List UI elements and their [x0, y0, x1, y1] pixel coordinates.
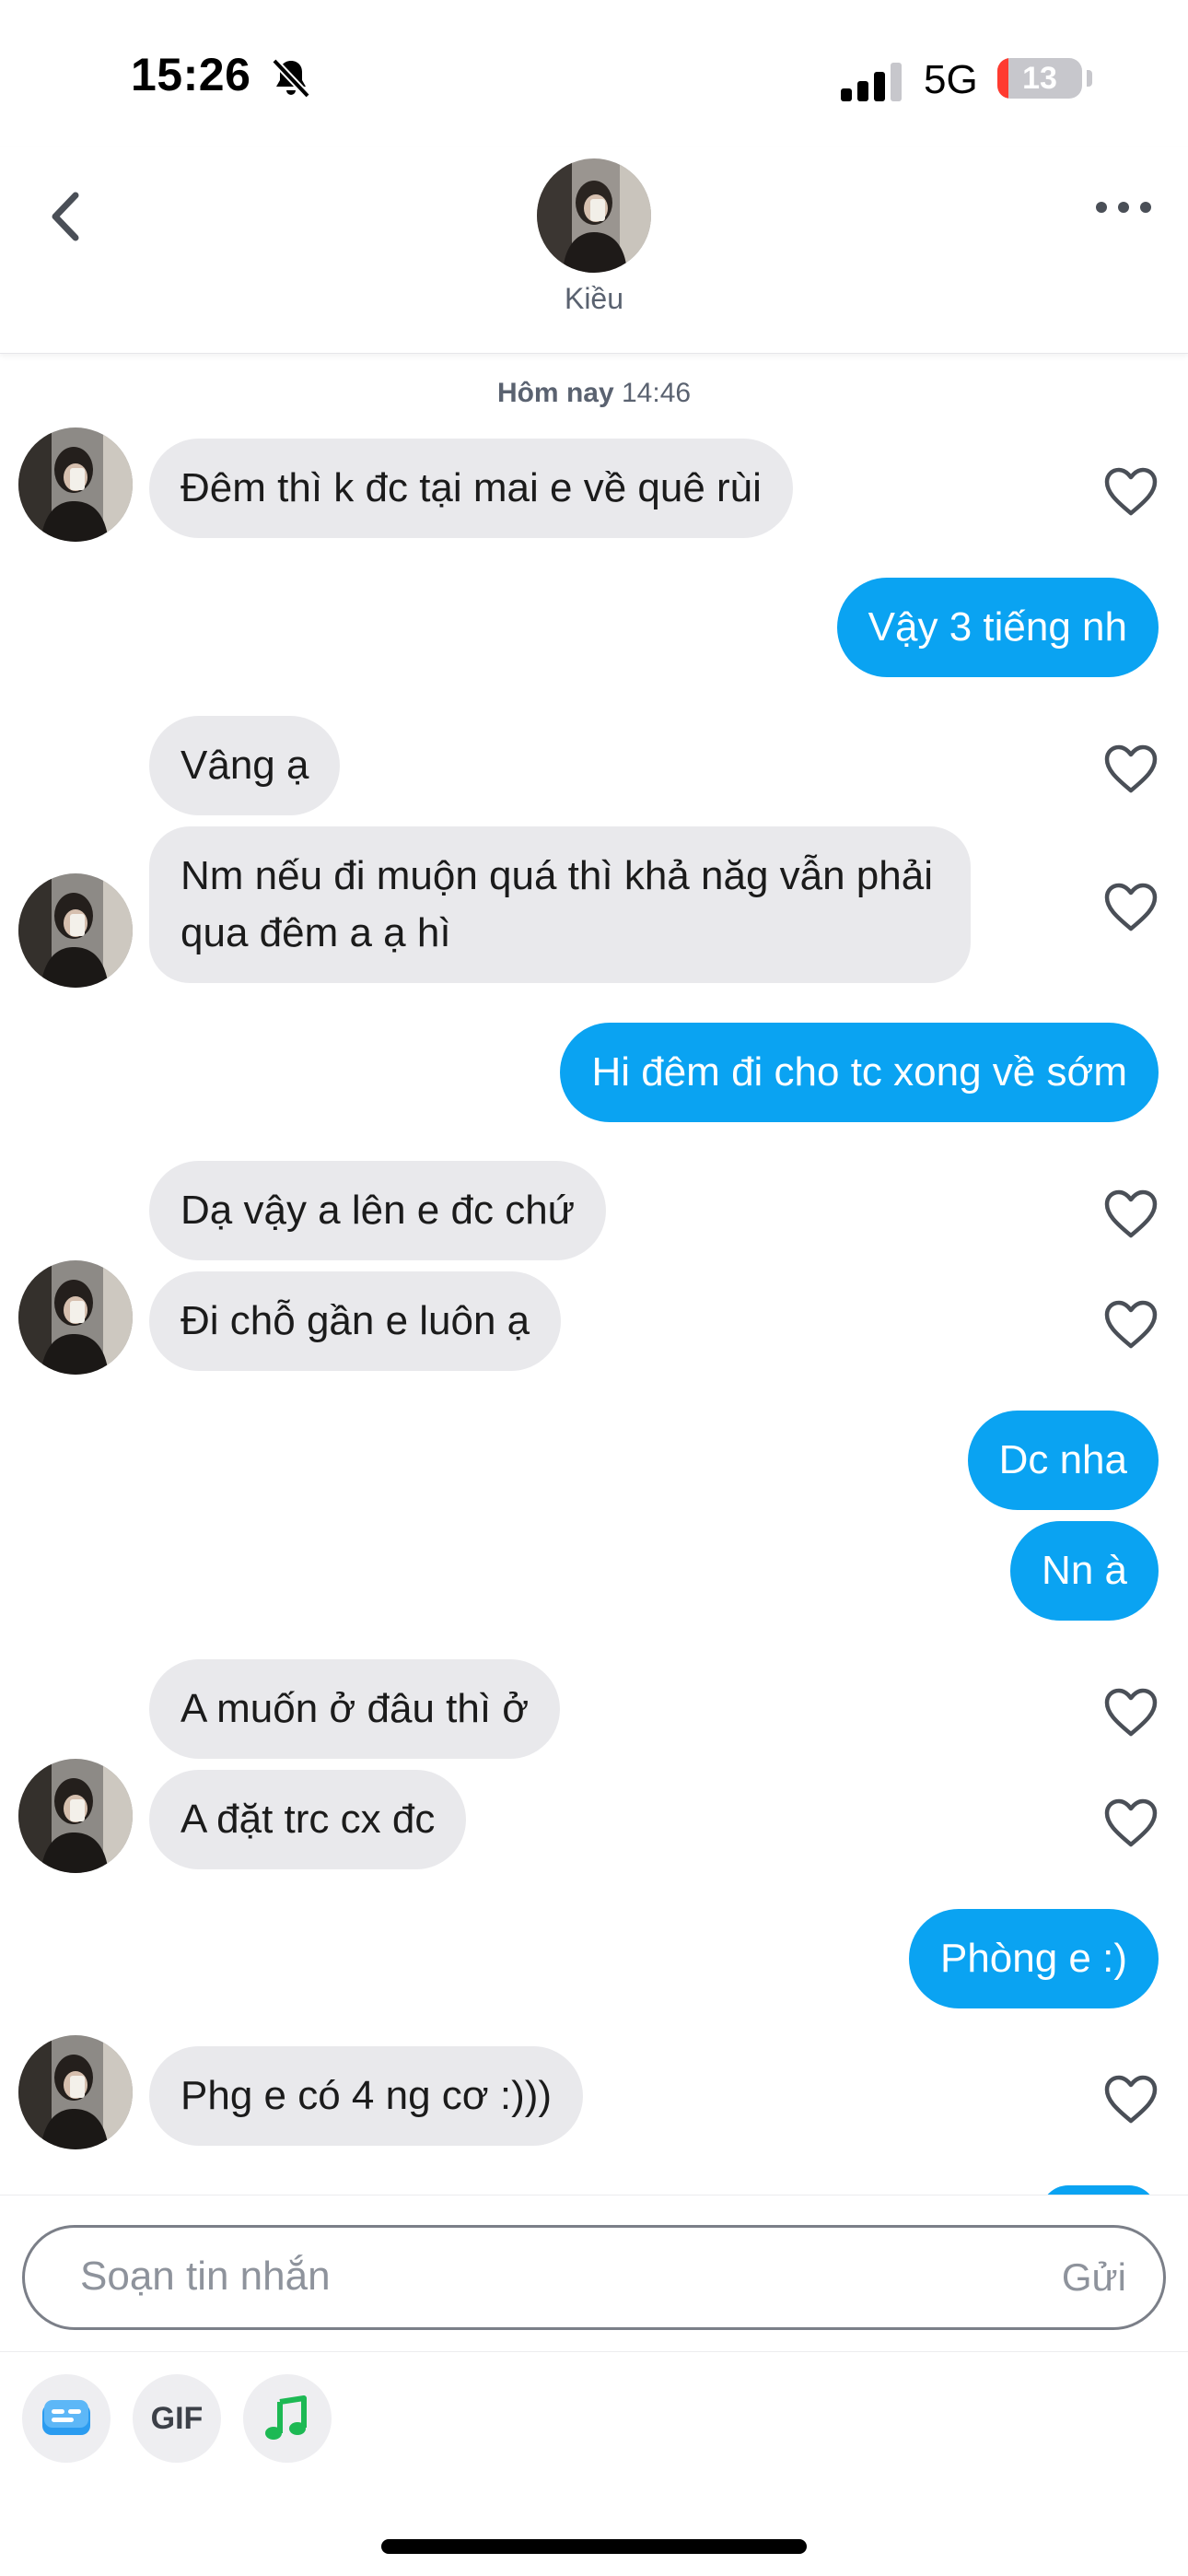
- message-input-placeholder: Soạn tin nhắn: [80, 2254, 331, 2299]
- status-bar: 15:26 5G 13: [0, 0, 1188, 147]
- card-icon: [42, 2400, 90, 2435]
- heart-icon[interactable]: [1102, 1188, 1159, 1241]
- date-separator: Hôm nay 14:46: [0, 378, 1188, 409]
- contact-avatar[interactable]: [537, 158, 651, 273]
- sender-avatar[interactable]: [18, 427, 133, 542]
- contact-name[interactable]: Kiều: [0, 282, 1188, 316]
- attachment-toolbar: GIF: [0, 2351, 1188, 2480]
- signal-icon: [841, 63, 902, 101]
- heart-icon[interactable]: [1102, 1797, 1159, 1850]
- send-button[interactable]: Gửi: [1062, 2255, 1126, 2300]
- sender-avatar[interactable]: [18, 2035, 133, 2149]
- chevron-left-icon[interactable]: [37, 175, 101, 258]
- chat-screen: 15:26 5G 13 Kiều Hôm nay 14:46 Đêm thì k…: [0, 0, 1188, 2576]
- date-time: 14:46: [621, 378, 692, 408]
- network-label: 5G: [924, 57, 978, 102]
- heart-icon[interactable]: [1102, 743, 1159, 796]
- heart-icon[interactable]: [1102, 2073, 1159, 2126]
- message-incoming[interactable]: A đặt trc cx đc: [149, 1770, 467, 1869]
- heart-icon[interactable]: [1102, 1686, 1159, 1739]
- battery-percent: 13: [1022, 61, 1057, 96]
- message-outgoing[interactable]: Dc nha: [967, 1411, 1159, 1510]
- date-day: Hôm nay: [496, 378, 614, 408]
- message-outgoing-partial[interactable]: [1041, 2185, 1157, 2195]
- battery-nub: [1087, 70, 1092, 87]
- message-outgoing[interactable]: Phòng e :): [908, 1909, 1159, 2008]
- message-outgoing[interactable]: Vậy 3 tiếng nh: [836, 578, 1159, 677]
- message-incoming[interactable]: Dạ vậy a lên e đc chứ: [149, 1161, 607, 1260]
- message-incoming[interactable]: Phg e có 4 ng cơ :))): [149, 2046, 584, 2146]
- message-outgoing[interactable]: Nn à: [1010, 1521, 1159, 1621]
- sender-avatar[interactable]: [18, 1759, 133, 1873]
- music-button[interactable]: [243, 2374, 332, 2463]
- message-incoming[interactable]: Vâng ạ: [149, 716, 341, 815]
- message-incoming[interactable]: Nm nếu đi muộn quá thì khả năg vẫn phải …: [149, 826, 971, 983]
- composer: Soạn tin nhắn Gửi: [0, 2195, 1188, 2351]
- heart-icon[interactable]: [1102, 881, 1159, 934]
- home-indicator[interactable]: [381, 2539, 807, 2554]
- music-icon: [265, 2395, 307, 2440]
- heart-icon[interactable]: [1102, 465, 1159, 519]
- gif-icon: GIF: [150, 2401, 204, 2436]
- card-button[interactable]: [22, 2374, 111, 2463]
- message-list[interactable]: Hôm nay 14:46 Đêm thì k đc tại mai e về …: [0, 354, 1188, 2195]
- sender-avatar[interactable]: [18, 873, 133, 988]
- sender-avatar[interactable]: [18, 1260, 133, 1375]
- bell-slash-icon: [272, 58, 310, 99]
- gif-button[interactable]: GIF: [133, 2374, 221, 2463]
- more-icon[interactable]: [1087, 184, 1160, 230]
- message-incoming[interactable]: Đi chỗ gần e luôn ạ: [149, 1271, 562, 1371]
- heart-icon[interactable]: [1102, 1298, 1159, 1352]
- chat-header: Kiều: [0, 147, 1188, 354]
- status-time: 15:26: [131, 49, 251, 100]
- message-incoming[interactable]: Đêm thì k đc tại mai e về quê rùi: [149, 439, 793, 538]
- message-outgoing[interactable]: Hi đêm đi cho tc xong về sớm: [560, 1023, 1159, 1122]
- message-incoming[interactable]: A muốn ở đâu thì ở: [149, 1659, 561, 1759]
- message-input[interactable]: Soạn tin nhắn Gửi: [22, 2225, 1166, 2330]
- battery-icon: 13: [997, 58, 1082, 99]
